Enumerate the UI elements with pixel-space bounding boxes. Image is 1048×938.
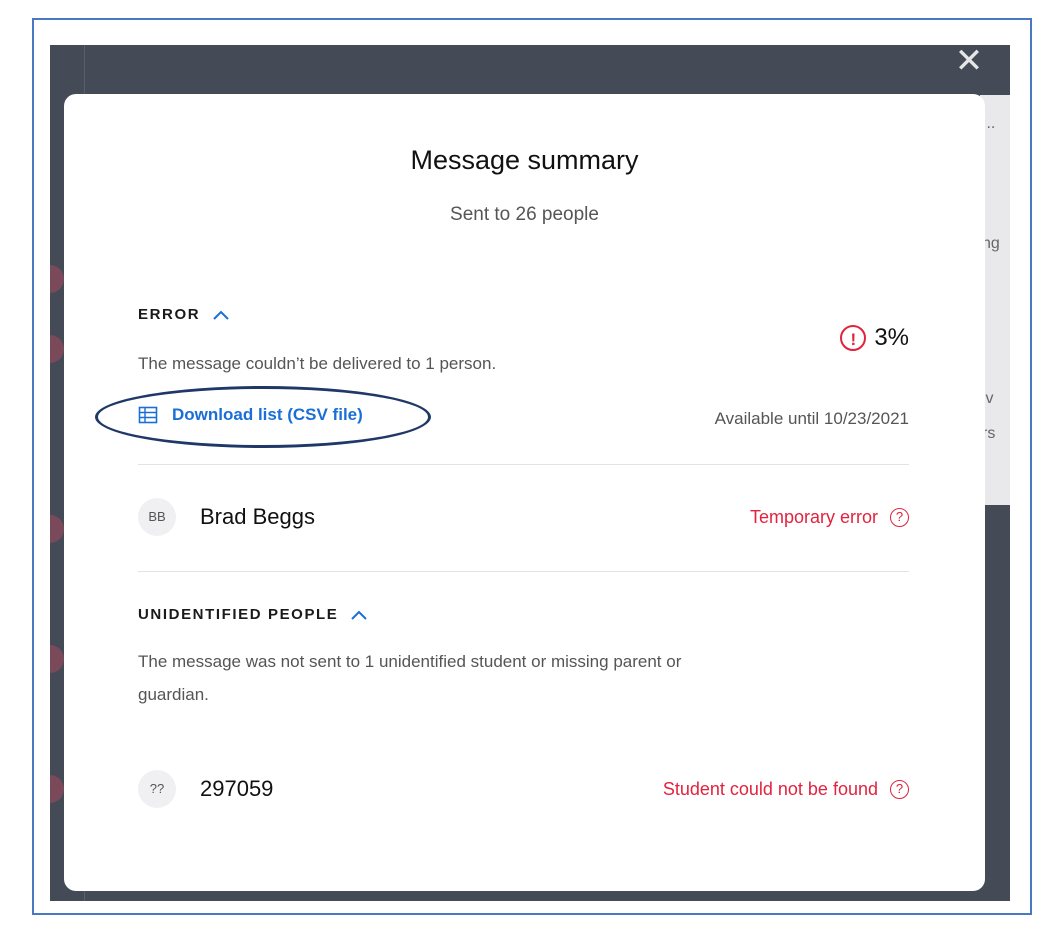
avatar: BB [138, 498, 176, 536]
section-divider [138, 464, 909, 465]
download-csv-label: Download list (CSV file) [172, 405, 363, 424]
chevron-up-icon [213, 310, 229, 320]
section-divider [138, 571, 909, 572]
warning-circle-icon: ! [840, 325, 867, 351]
download-csv-link[interactable]: Download list (CSV file) [138, 405, 363, 425]
close-icon[interactable]: ✕ [952, 44, 986, 78]
dialog-subtitle: Sent to 26 people [450, 204, 599, 225]
availability-note: Available until 10/23/2021 [714, 409, 909, 428]
background-avatar [50, 645, 64, 673]
recipient-name: Brad Beggs [200, 504, 315, 529]
help-circle-icon[interactable]: ? [890, 779, 909, 799]
table-icon [138, 406, 158, 424]
error-percentage: ! 3% [840, 324, 909, 352]
chevron-up-icon [351, 610, 368, 620]
unidentified-description-line: The message was not sent to 1 unidentifi… [138, 652, 682, 671]
background-avatar [50, 775, 64, 803]
dialog-title: Message summary [410, 145, 639, 175]
error-percent-value: 3% [874, 324, 909, 351]
status-badge: Student could not be found ? [663, 779, 909, 800]
status-text: Temporary error [749, 506, 878, 527]
avatar: ?? [138, 770, 176, 808]
unidentified-description-line: guardian. [138, 685, 209, 704]
status-text: Student could not be found [662, 778, 878, 799]
background-avatar [50, 515, 64, 543]
error-description: The message couldn’t be delivered to 1 p… [138, 354, 497, 373]
error-section-toggle[interactable]: ERROR [138, 306, 230, 323]
unidentified-section-heading: UNIDENTIFIED PEOPLE [138, 606, 339, 623]
unidentified-recipient-row: ?? 297059 Student could not be found ? [138, 769, 909, 809]
recipient-id: 297059 [200, 776, 274, 801]
unidentified-description: The message was not sent to 1 unidentifi… [138, 645, 681, 711]
status-badge: Temporary error ? [750, 507, 909, 528]
help-circle-icon[interactable]: ? [890, 507, 909, 527]
background-avatar [50, 335, 64, 363]
error-recipient-row: BB Brad Beggs Temporary error ? [138, 497, 909, 537]
unidentified-section-toggle[interactable]: UNIDENTIFIED PEOPLE [138, 606, 368, 623]
error-section-heading: ERROR [138, 306, 201, 323]
background-avatar [50, 265, 64, 293]
message-summary-dialog: Message summary Sent to 26 people ERROR … [64, 94, 985, 891]
